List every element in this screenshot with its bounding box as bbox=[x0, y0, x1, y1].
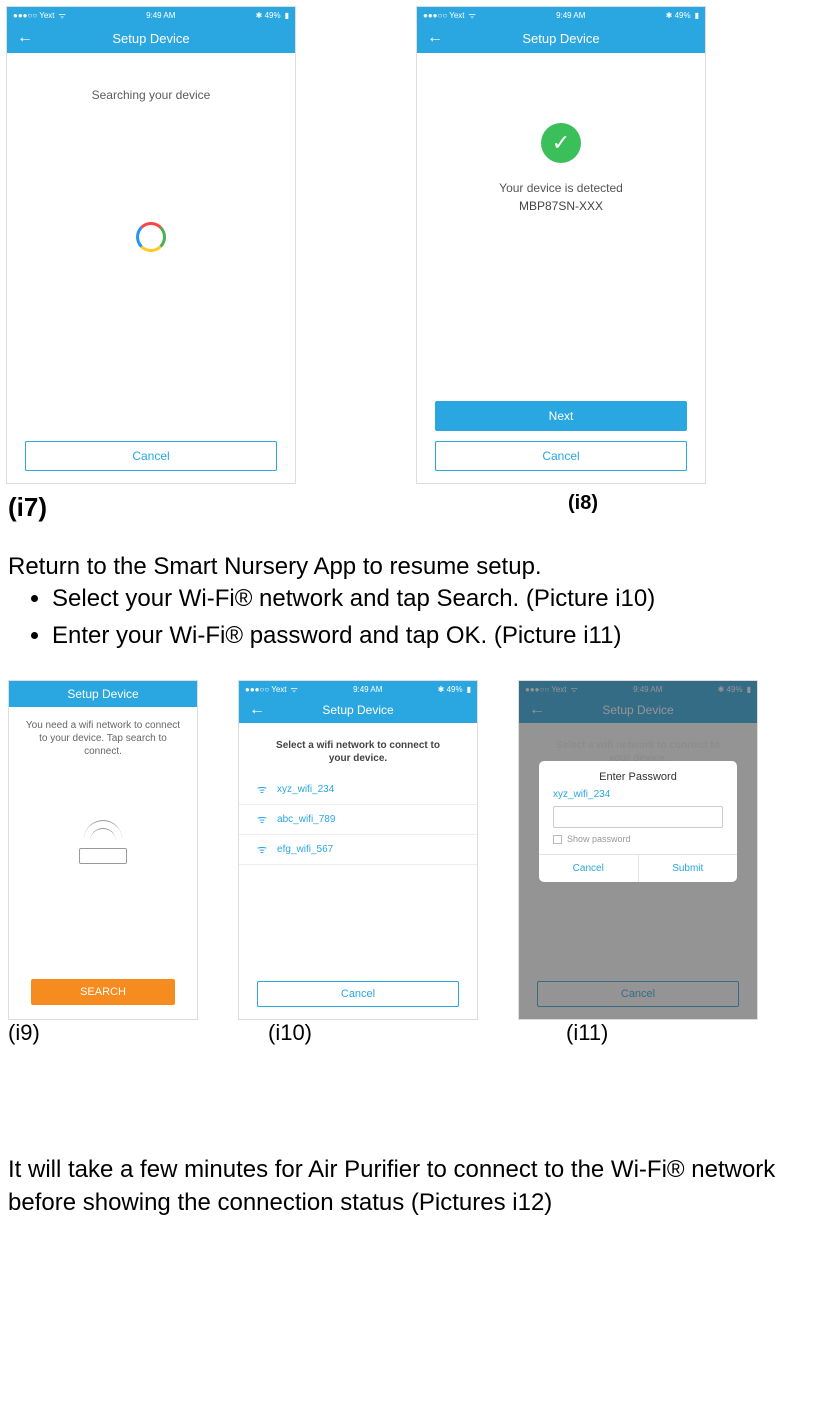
nav-title: Setup Device bbox=[112, 31, 189, 46]
detected-label: Your device is detected bbox=[417, 181, 705, 195]
status-bar: ●●●○○ Yextᯤ 9:49 AM ✱ 49%▮ bbox=[239, 681, 477, 697]
screenshot-i8: ●●●○○ Yextᯤ 9:49 AM ✱ 49%▮ ← Setup Devic… bbox=[416, 6, 706, 484]
spinner-icon bbox=[136, 222, 166, 252]
password-dialog: Enter Password xyz_wifi_234 Show passwor… bbox=[539, 761, 737, 882]
wifi-select-prompt: Select a wifi network to connect to your… bbox=[239, 723, 477, 775]
nav-bar: ← Setup Device bbox=[7, 23, 295, 53]
status-bar: ●●●○○ Yextᯤ 9:49 AM ✱ 49%▮ bbox=[417, 7, 705, 23]
back-icon[interactable]: ← bbox=[17, 30, 33, 46]
wifi-needed-label: You need a wifi network to connect to yo… bbox=[9, 707, 197, 758]
screenshot-i7: ●●●○○ Yextᯤ 9:49 AM ✱ 49%▮ ← Setup Devic… bbox=[6, 6, 296, 484]
nav-bar: ← Setup Device bbox=[239, 697, 477, 723]
screenshot-i11: ●●●○○ Yextᯤ 9:49 AM ✱ 49%▮ ← Setup Devic… bbox=[518, 680, 758, 1020]
caption-i8: (i8) bbox=[568, 492, 598, 523]
nav-title: Setup Device bbox=[522, 31, 599, 46]
show-password-toggle[interactable]: Show password bbox=[539, 834, 737, 854]
checkbox-icon bbox=[553, 835, 562, 844]
check-icon: ✓ bbox=[541, 123, 581, 163]
caption-row-top: (i7) (i8) bbox=[0, 492, 824, 533]
wifi-icon: ᯤ bbox=[257, 782, 267, 797]
nav-bar: ← Setup Device bbox=[519, 697, 757, 723]
next-button[interactable]: Next bbox=[435, 401, 687, 431]
caption-i7: (i7) bbox=[8, 492, 298, 523]
nav-title: Setup Device bbox=[322, 703, 393, 717]
status-bar: ●●●○○ Yextᯤ 9:49 AM ✱ 49%▮ bbox=[519, 681, 757, 697]
caption-row-mid: (i9) (i10) (i11) bbox=[0, 1020, 824, 1054]
dialog-cancel-button[interactable]: Cancel bbox=[539, 855, 639, 882]
searching-label: Searching your device bbox=[7, 88, 295, 102]
back-icon[interactable]: ← bbox=[249, 702, 265, 718]
cancel-button[interactable]: Cancel bbox=[25, 441, 277, 471]
nav-bar: ← Setup Device bbox=[417, 23, 705, 53]
nav-title: Setup Device bbox=[602, 703, 673, 717]
wifi-network-item[interactable]: ᯤefg_wifi_567 bbox=[239, 835, 477, 865]
dialog-submit-button[interactable]: Submit bbox=[639, 855, 738, 882]
dialog-title: Enter Password bbox=[539, 761, 737, 789]
caption-i11: (i11) bbox=[566, 1020, 608, 1046]
instruction-intro: Return to the Smart Nursery App to resum… bbox=[8, 551, 816, 583]
router-icon bbox=[73, 818, 133, 864]
nav-bar: Setup Device bbox=[9, 681, 197, 707]
caption-i9: (i9) bbox=[8, 1020, 268, 1046]
back-icon[interactable]: ← bbox=[427, 30, 443, 46]
wifi-network-item[interactable]: ᯤabc_wifi_789 bbox=[239, 805, 477, 835]
back-icon[interactable]: ← bbox=[529, 702, 545, 718]
cancel-button[interactable]: Cancel bbox=[537, 981, 739, 1007]
cancel-button[interactable]: Cancel bbox=[435, 441, 687, 471]
selected-network: xyz_wifi_234 bbox=[539, 789, 737, 804]
password-input[interactable] bbox=[553, 806, 723, 828]
search-button[interactable]: SEARCH bbox=[31, 979, 175, 1005]
device-id: MBP87SN-XXX bbox=[417, 199, 705, 213]
caption-i10: (i10) bbox=[268, 1020, 566, 1046]
instruction-block: Return to the Smart Nursery App to resum… bbox=[0, 533, 824, 660]
screenshot-i10: ●●●○○ Yextᯤ 9:49 AM ✱ 49%▮ ← Setup Devic… bbox=[238, 680, 478, 1020]
footer-instruction: It will take a few minutes for Air Purif… bbox=[0, 1054, 824, 1229]
instruction-bullet-2: Enter your Wi-Fi® password and tap OK. (… bbox=[52, 620, 816, 652]
wifi-icon: ᯤ bbox=[257, 812, 267, 827]
wifi-network-item[interactable]: ᯤxyz_wifi_234 bbox=[239, 775, 477, 805]
nav-title: Setup Device bbox=[67, 687, 138, 701]
status-bar: ●●●○○ Yextᯤ 9:49 AM ✱ 49%▮ bbox=[7, 7, 295, 23]
instruction-bullet-1: Select your Wi-Fi® network and tap Searc… bbox=[52, 583, 816, 615]
screenshot-i9: Setup Device You need a wifi network to … bbox=[8, 680, 198, 1020]
wifi-icon: ᯤ bbox=[257, 842, 267, 857]
cancel-button[interactable]: Cancel bbox=[257, 981, 459, 1007]
